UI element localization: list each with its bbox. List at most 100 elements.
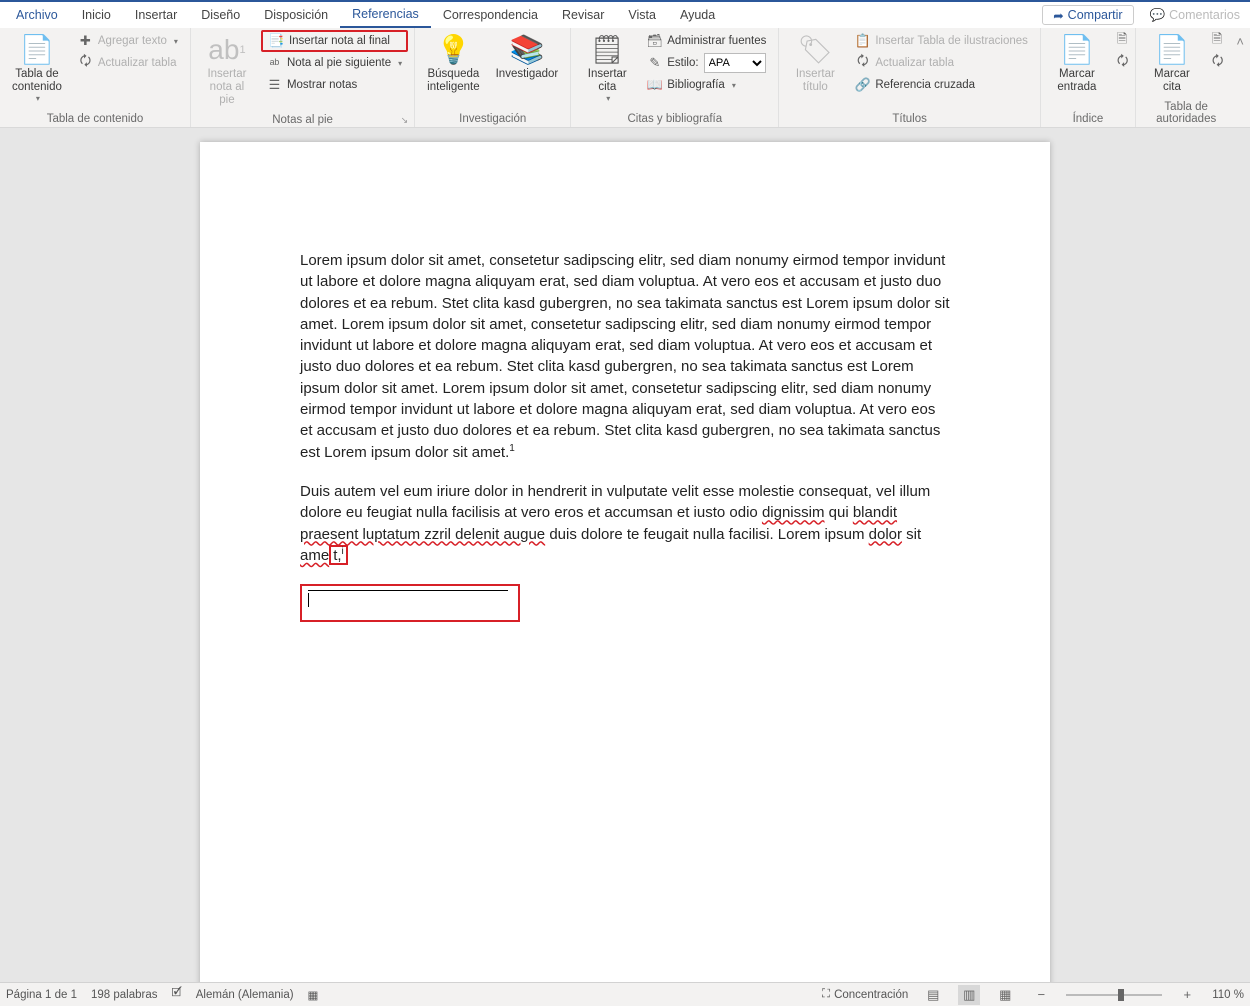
add-text-button[interactable]: ✚ Agregar texto ▾ (72, 30, 184, 52)
macro-icon[interactable]: ▦ (308, 988, 319, 1002)
dialog-launcher-icon[interactable]: ↘ (401, 115, 409, 126)
group-label-index: Índice (1047, 109, 1129, 127)
bibliography-button[interactable]: 📖 Bibliografía ▾ (641, 74, 772, 96)
web-layout-button[interactable]: ▦ (994, 985, 1016, 1005)
chevron-down-icon: ▾ (174, 37, 178, 46)
group-label-toc: Tabla de contenido (6, 109, 184, 127)
insert-citation-button[interactable]: 🗒 Insertar cita ▾ (577, 30, 637, 106)
next-footnote-label: Nota al pie siguiente (287, 57, 391, 69)
books-icon: 📚 (510, 32, 545, 68)
p2-w4: ame (300, 547, 329, 564)
status-bar: Página 1 de 1 198 palabras 🗹 Alemán (Ale… (0, 982, 1250, 1006)
update-icon: 🗘 (1117, 56, 1129, 71)
bibliography-label: Bibliografía (667, 79, 725, 91)
mark-index-label: Marcar entrada (1057, 68, 1096, 94)
focus-mode-button[interactable]: ⛶Concentración (822, 988, 908, 1001)
p2-w4b: t, (333, 547, 341, 564)
insert-toa-button[interactable]: 🗎 (1206, 30, 1224, 52)
group-label-toa: Tabla de autoridades (1142, 97, 1230, 127)
insert-tof-label: Insertar Tabla de ilustraciones (875, 35, 1028, 47)
insert-footnote-label: Insertar nota al pie (203, 68, 251, 108)
update-tof-label: Actualizar tabla (875, 57, 954, 69)
add-text-label: Agregar texto (98, 35, 167, 47)
update-icon: 🗘 (855, 56, 870, 71)
insert-tof-button[interactable]: 📋 Insertar Tabla de ilustraciones (849, 30, 1034, 52)
tab-view[interactable]: Vista (616, 2, 668, 28)
tab-layout[interactable]: Disposición (252, 2, 340, 28)
toa-icon: 📄 (1154, 32, 1189, 68)
ab-text: ab (208, 34, 239, 66)
update-toc-button[interactable]: 🗘 Actualizar tabla (72, 52, 184, 74)
share-button[interactable]: ➦ Compartir (1042, 5, 1133, 25)
tab-home[interactable]: Inicio (70, 2, 123, 28)
toc-button[interactable]: 📄 Tabla de contenido ▾ (6, 30, 68, 106)
chevron-down-icon: ▾ (36, 94, 40, 103)
mark-index-entry-button[interactable]: 📄 Marcar entrada (1047, 30, 1107, 96)
show-notes-button[interactable]: ☰ Mostrar notas (261, 74, 408, 96)
add-text-icon: ✚ (78, 34, 93, 49)
crossref-icon: 🔗 (855, 78, 870, 93)
insert-endnote-button[interactable]: 📑 Insertar nota al final (261, 30, 408, 52)
page-indicator[interactable]: Página 1 de 1 (6, 989, 77, 1001)
insert-caption-button[interactable]: 🏷 Insertar título (785, 30, 845, 96)
footnote-ref-1[interactable]: 1 (509, 443, 515, 454)
toc-icon: 📄 (20, 32, 55, 68)
caption-icon: 🏷 (798, 32, 834, 68)
tab-help[interactable]: Ayuda (668, 2, 727, 28)
language-indicator[interactable]: Alemán (Alemania) (196, 989, 294, 1001)
manage-sources-button[interactable]: 🗃 Administrar fuentes (641, 30, 772, 52)
manage-sources-label: Administrar fuentes (667, 35, 766, 47)
show-notes-label: Mostrar notas (287, 79, 357, 91)
smart-lookup-label: Búsqueda inteligente (427, 68, 479, 94)
endnote-ref-highlight: t,i (329, 545, 348, 565)
zoom-thumb[interactable] (1118, 989, 1124, 1001)
read-mode-button[interactable]: ▤ (922, 985, 944, 1005)
insert-footnote-button[interactable]: ab1 Insertar nota al pie (197, 30, 257, 110)
update-toa-button[interactable]: 🗘 (1206, 52, 1224, 74)
proofing-icon[interactable]: 🗹 (171, 985, 181, 1004)
mark-citation-label: Marcar cita (1154, 68, 1190, 94)
document-area[interactable]: Lorem ipsum dolor sit amet, consetetur s… (0, 128, 1250, 982)
tab-insert[interactable]: Insertar (123, 2, 189, 28)
comments-button[interactable]: 💬 Comentarios (1140, 2, 1250, 28)
print-layout-button[interactable]: ▥ (958, 985, 980, 1005)
researcher-label: Investigador (496, 68, 559, 81)
zoom-level[interactable]: 110 % (1212, 989, 1244, 1001)
tab-design[interactable]: Diseño (189, 2, 252, 28)
mark-citation-button[interactable]: 📄 Marcar cita (1142, 30, 1202, 96)
index-icon: 📄 (1059, 32, 1094, 68)
page[interactable]: Lorem ipsum dolor sit amet, consetetur s… (200, 142, 1050, 982)
update-toc-label: Actualizar tabla (98, 57, 177, 69)
update-tof-button[interactable]: 🗘 Actualizar tabla (849, 52, 1034, 74)
tab-review[interactable]: Revisar (550, 2, 616, 28)
smart-lookup-button[interactable]: 💡 Búsqueda inteligente (421, 30, 485, 96)
para1-text: Lorem ipsum dolor sit amet, consetetur s… (300, 252, 950, 461)
ribbon-collapse-button[interactable]: ˄ (1236, 28, 1250, 127)
researcher-button[interactable]: 📚 Investigador (490, 30, 565, 83)
citation-style-select[interactable]: APA (704, 53, 766, 73)
tab-references[interactable]: Referencias (340, 2, 431, 28)
zoom-out-button[interactable]: − (1030, 985, 1052, 1005)
p2-w3: dolor (869, 526, 902, 543)
focus-icon: ⛶ (822, 988, 830, 1001)
paragraph-1[interactable]: Lorem ipsum dolor sit amet, consetetur s… (300, 250, 950, 463)
paragraph-2[interactable]: Duis autem vel eum iriure dolor in hendr… (300, 481, 950, 566)
endnote-icon: 📑 (269, 34, 284, 49)
next-footnote-button[interactable]: ᵃᵇ Nota al pie siguiente ▾ (261, 52, 408, 74)
ribbon: 📄 Tabla de contenido ▾ ✚ Agregar texto ▾… (0, 28, 1250, 128)
zoom-in-button[interactable]: + (1176, 985, 1198, 1005)
bibliography-icon: 📖 (647, 78, 662, 93)
cross-reference-button[interactable]: 🔗 Referencia cruzada (849, 74, 1034, 96)
endnote-ref-i[interactable]: i (342, 546, 344, 557)
update-index-button[interactable]: 🗘 (1111, 52, 1129, 74)
insert-index-button[interactable]: 🗎 (1111, 30, 1129, 52)
group-label-footnotes: Notas al pie↘ (197, 110, 408, 128)
ribbon-tabs: Archivo Inicio Insertar Diseño Disposici… (0, 0, 1250, 28)
tab-mailings[interactable]: Correspondencia (431, 2, 550, 28)
chevron-down-icon: ▾ (606, 94, 610, 103)
tof-icon: 📋 (855, 34, 870, 49)
zoom-slider[interactable] (1066, 994, 1162, 996)
tab-file[interactable]: Archivo (4, 2, 70, 28)
insert-endnote-label: Insertar nota al final (289, 35, 390, 47)
word-count[interactable]: 198 palabras (91, 989, 158, 1001)
